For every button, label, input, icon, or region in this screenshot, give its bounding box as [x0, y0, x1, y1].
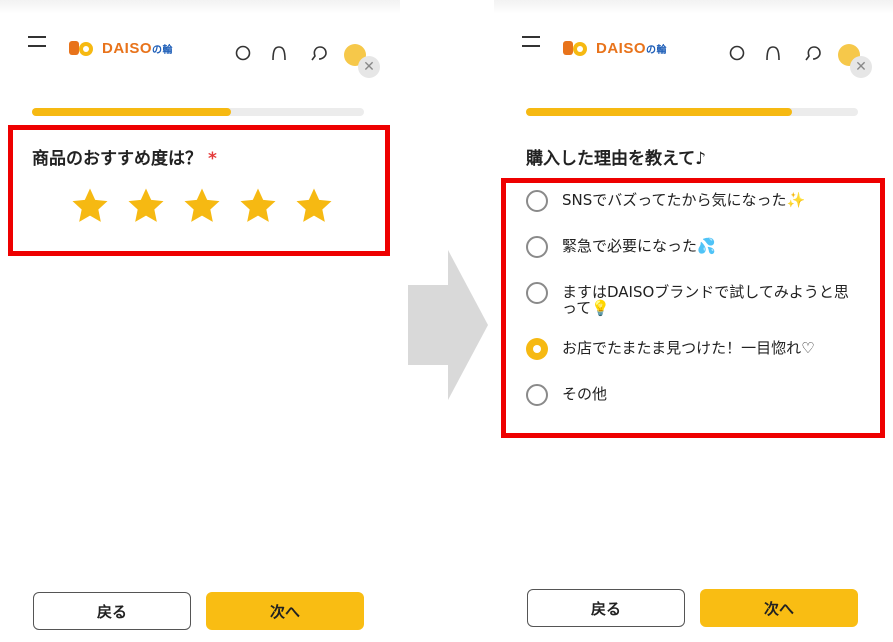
progress-fill: [32, 108, 232, 116]
brand-suffix: の輪: [646, 44, 668, 56]
daiso-logo[interactable]: DAISOの輪: [68, 36, 173, 60]
arrow-right-icon: [408, 250, 488, 400]
progress-fill: [526, 108, 792, 116]
header-bar: DAISOの輪: [0, 14, 400, 66]
brand-name: DAISO: [596, 39, 647, 57]
daiso-logo[interactable]: DAISOの輪: [562, 36, 667, 60]
back-button[interactable]: 戻る: [33, 592, 191, 630]
highlight-box-rating: [8, 125, 390, 256]
left-screen: DAISOの輪 ✕ 商品のおすすめ度は？ * 戻る 次へ: [0, 0, 400, 642]
chat-icon[interactable]: [310, 44, 328, 62]
hamburger-menu-icon[interactable]: [522, 36, 540, 48]
bell-icon[interactable]: [270, 44, 288, 62]
highlight-box-options: [501, 178, 885, 438]
close-icon[interactable]: ✕: [850, 56, 872, 78]
next-button[interactable]: 次へ: [206, 592, 364, 630]
brand-name: DAISO: [102, 39, 153, 57]
close-icon[interactable]: ✕: [358, 56, 380, 78]
question-title: 購入した理由を教えて♪: [526, 149, 706, 169]
chat-icon[interactable]: [804, 44, 822, 62]
logo-mark-icon: [563, 41, 587, 56]
search-icon[interactable]: [728, 44, 746, 62]
logo-mark-icon: [69, 41, 93, 56]
progress-bar: [32, 108, 364, 116]
hamburger-menu-icon[interactable]: [28, 36, 46, 48]
bell-icon[interactable]: [764, 44, 782, 62]
back-button[interactable]: 戻る: [527, 589, 685, 627]
next-button[interactable]: 次へ: [700, 589, 858, 627]
brand-suffix: の輪: [152, 44, 174, 56]
progress-bar: [526, 108, 858, 116]
header-bar: DAISOの輪: [494, 14, 893, 66]
search-icon[interactable]: [234, 44, 252, 62]
